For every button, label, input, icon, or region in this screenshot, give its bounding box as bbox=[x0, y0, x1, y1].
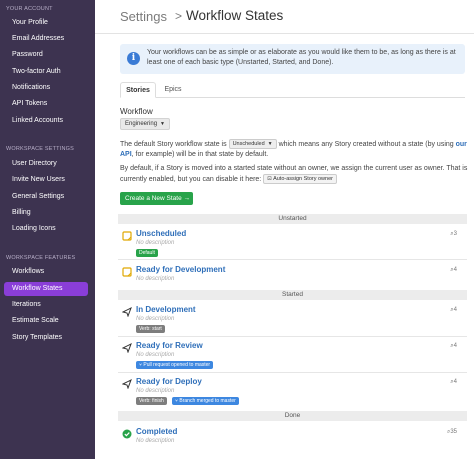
chevron-down-icon: ▼ bbox=[160, 121, 165, 127]
badge-branch-merged: ⑂ Branch merged to master bbox=[172, 397, 239, 405]
default-state-text-middle: which means any Story created without a … bbox=[278, 140, 454, 148]
auto-assign-button-label: Auto-assign Story owner bbox=[273, 176, 333, 182]
sidebar-item-estimate-scale[interactable]: Estimate Scale bbox=[4, 314, 88, 328]
auto-assign-button[interactable]: ⊡ Auto-assign Story owner bbox=[263, 174, 337, 184]
state-description: No description bbox=[136, 438, 175, 444]
default-state-select-value: Unscheduled bbox=[232, 141, 265, 147]
breadcrumb-separator: > bbox=[175, 9, 183, 23]
workflow-select[interactable]: Engineering ▼ bbox=[120, 118, 170, 130]
section-unstarted: Unstarted bbox=[118, 214, 467, 224]
page-header: Settings > Workflow States bbox=[95, 0, 474, 34]
story-count-value: 35 bbox=[450, 429, 457, 435]
row-divider bbox=[118, 259, 467, 260]
started-icon bbox=[122, 379, 132, 389]
auto-assign-text: By default, if a Story is moved into a s… bbox=[120, 164, 468, 185]
sidebar-item-user-directory[interactable]: User Directory bbox=[4, 157, 88, 171]
sidebar-item-iterations[interactable]: Iterations bbox=[4, 298, 88, 312]
info-text: Your workflows can be as simple or as el… bbox=[147, 49, 456, 66]
sidebar-item-linked-accounts[interactable]: Linked Accounts bbox=[4, 114, 88, 128]
sidebar-heading-workspace-settings: WORKSPACE SETTINGS bbox=[6, 146, 74, 152]
sidebar-item-loading-icons[interactable]: Loading Icons bbox=[4, 222, 88, 236]
default-state-text: The default Story workflow state is Unsc… bbox=[120, 139, 468, 160]
state-name[interactable]: Completed bbox=[136, 427, 177, 436]
sidebar: YOUR ACCOUNT Your Profile Email Addresse… bbox=[0, 0, 95, 459]
info-icon: i bbox=[127, 52, 140, 65]
started-icon bbox=[122, 307, 132, 317]
state-description: No description bbox=[136, 316, 175, 322]
tab-epics[interactable]: Epics bbox=[158, 82, 188, 98]
sidebar-item-billing[interactable]: Billing bbox=[4, 206, 88, 220]
unstarted-icon bbox=[122, 231, 132, 241]
badge-verb: Verb: start bbox=[136, 325, 165, 333]
sidebar-heading-workspace-features: WORKSPACE FEATURES bbox=[6, 255, 76, 261]
story-count: ⌕4 bbox=[450, 307, 457, 314]
chevron-down-icon: ▼ bbox=[267, 141, 273, 147]
unstarted-icon bbox=[122, 267, 132, 277]
state-name[interactable]: Ready for Review bbox=[136, 341, 203, 350]
default-state-select[interactable]: Unscheduled ▼ bbox=[228, 139, 277, 149]
sidebar-item-api-tokens[interactable]: API Tokens bbox=[4, 97, 88, 111]
sidebar-item-story-templates[interactable]: Story Templates bbox=[4, 331, 88, 345]
workflow-label: Workflow bbox=[120, 107, 153, 116]
story-count: ⌕35 bbox=[447, 429, 457, 436]
breadcrumb-settings[interactable]: Settings bbox=[120, 9, 167, 24]
started-icon bbox=[122, 343, 132, 353]
story-count-value: 4 bbox=[453, 343, 457, 349]
sidebar-item-two-factor-auth[interactable]: Two-factor Auth bbox=[4, 65, 88, 79]
sidebar-item-your-profile[interactable]: Your Profile bbox=[4, 16, 88, 30]
sidebar-item-workflow-states[interactable]: Workflow States bbox=[4, 282, 88, 296]
tab-bar: Stories Epics bbox=[120, 82, 465, 98]
sidebar-item-notifications[interactable]: Notifications bbox=[4, 81, 88, 95]
story-count-value: 4 bbox=[453, 379, 457, 385]
workflow-select-value: Engineering bbox=[125, 121, 158, 127]
page-title: Workflow States bbox=[186, 8, 284, 23]
sidebar-heading-your-account: YOUR ACCOUNT bbox=[6, 6, 53, 12]
badge-default: Default bbox=[136, 249, 158, 257]
default-state-text-after: , for example) will be in that state by … bbox=[131, 150, 269, 158]
state-description: No description bbox=[136, 352, 175, 358]
story-count: ⌕3 bbox=[450, 231, 457, 238]
create-state-button[interactable]: Create a New State → bbox=[120, 192, 193, 205]
sidebar-item-workflows[interactable]: Workflows bbox=[4, 265, 88, 279]
state-description: No description bbox=[136, 240, 175, 246]
sidebar-item-email-addresses[interactable]: Email Addresses bbox=[4, 32, 88, 46]
badge-pull-request: ⑂ Pull request opened to master bbox=[136, 361, 214, 369]
sidebar-item-password[interactable]: Password bbox=[4, 48, 88, 62]
row-divider bbox=[118, 336, 467, 337]
tab-stories[interactable]: Stories bbox=[120, 82, 156, 98]
default-state-text-before: The default Story workflow state is bbox=[120, 140, 227, 148]
state-name[interactable]: Unscheduled bbox=[136, 229, 186, 238]
story-count-value: 4 bbox=[453, 307, 457, 313]
done-icon bbox=[122, 429, 132, 439]
story-count-value: 4 bbox=[453, 267, 457, 273]
state-description: No description bbox=[136, 276, 175, 282]
state-description: No description bbox=[136, 388, 175, 394]
sidebar-item-general-settings[interactable]: General Settings bbox=[4, 190, 88, 204]
state-name[interactable]: Ready for Deploy bbox=[136, 377, 202, 386]
info-banner: i Your workflows can be as simple or as … bbox=[120, 44, 465, 74]
section-done: Done bbox=[118, 411, 467, 421]
state-name[interactable]: Ready for Development bbox=[136, 265, 225, 274]
story-count-value: 3 bbox=[453, 231, 457, 237]
section-started: Started bbox=[118, 290, 467, 300]
badge-verb: Verb: finish bbox=[136, 397, 167, 405]
row-divider bbox=[118, 372, 467, 373]
state-name[interactable]: In Development bbox=[136, 305, 196, 314]
story-count: ⌕4 bbox=[450, 379, 457, 386]
story-count: ⌕4 bbox=[450, 343, 457, 350]
story-count: ⌕4 bbox=[450, 267, 457, 274]
sidebar-item-invite-new-users[interactable]: Invite New Users bbox=[4, 173, 88, 187]
